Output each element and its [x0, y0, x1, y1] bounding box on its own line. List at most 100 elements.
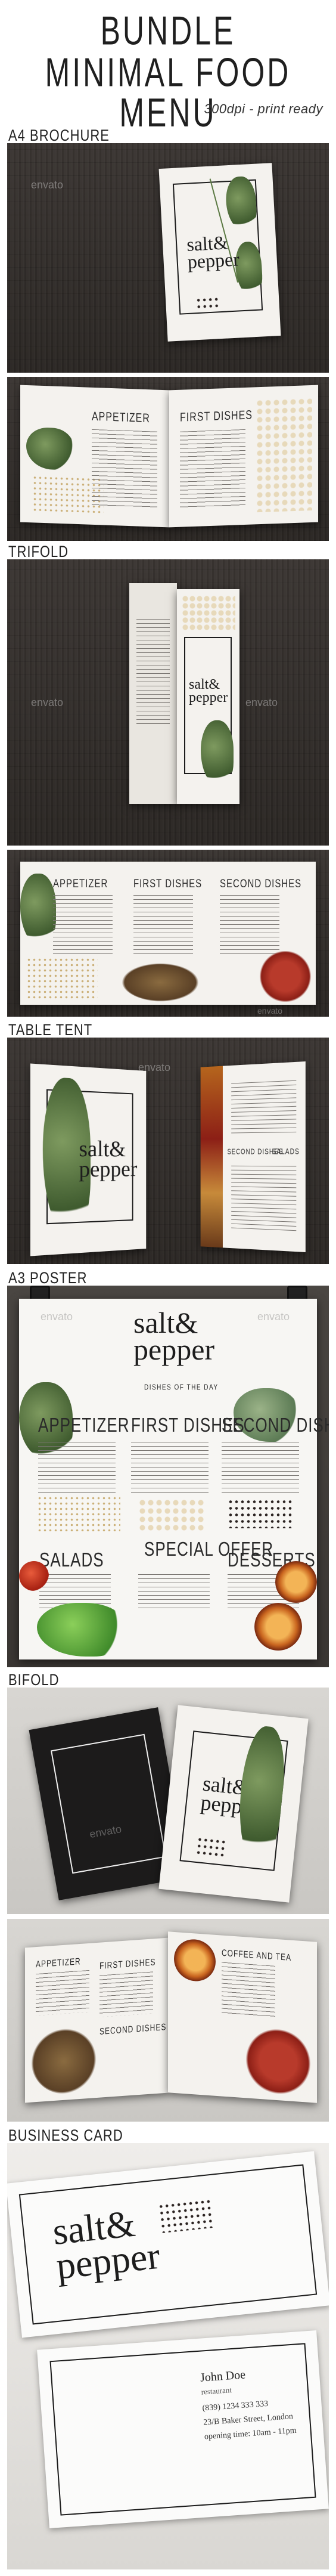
a4-cover-paper: salt& pepper — [158, 163, 281, 342]
heading-second-dishes: SECOND DISHES — [99, 2021, 167, 2037]
panel-business-card: salt& pepper John Doe restaurant (839) 1… — [7, 2143, 329, 2569]
heading-appetizer: APPETIZER — [53, 877, 108, 891]
section-label-bifold: BIFOLD — [8, 1671, 60, 1689]
panel-table-tent: envato salt& pepper SECOND DISHES SALADS — [7, 1038, 329, 1264]
brand-pepper: pepper — [186, 248, 240, 273]
pepper-dots — [195, 296, 220, 309]
menu-text-lines — [220, 895, 279, 955]
brand-logo: salt& pepper — [186, 231, 240, 273]
seed-pile — [37, 1496, 120, 1531]
heading-coffee-tea: COFFEE AND TEA — [222, 1947, 292, 1963]
section-label-a4: A4 BROCHURE — [8, 126, 110, 144]
menu-text-lines — [231, 1080, 297, 1137]
bifold-white-cover: salt& pepper — [158, 1705, 309, 1903]
menu-text-lines — [53, 895, 113, 955]
menu-text-lines — [231, 1165, 297, 1234]
heading-appetizer: APPETIZER — [36, 1955, 81, 1970]
pepper-dots — [228, 1498, 293, 1528]
dried-orange — [174, 1937, 216, 1983]
brand-pepper: pepper — [79, 1157, 138, 1182]
dried-orange — [254, 1603, 302, 1651]
menu-text-lines — [222, 1962, 275, 2020]
bifold-left-page: APPETIZER FIRST DISHES SECOND DISHES — [25, 1937, 168, 2103]
watermark: envato — [31, 179, 64, 191]
panel-trifold-closed: envato envato salt& pepper — [7, 559, 329, 846]
watermark: envato — [257, 1311, 290, 1323]
menu-text-lines — [92, 429, 157, 509]
a4-spread-right-page: FIRST DISHES — [169, 385, 318, 528]
a4-spread-left-page: APPETIZER — [20, 385, 169, 528]
panel-trifold-open: envato APPETIZER FIRST DISHES SECOND DIS… — [7, 850, 329, 1017]
poster-heading-second-dishes: SECOND DISHES — [222, 1413, 329, 1436]
section-label-a3: A3 POSTER — [8, 1269, 88, 1287]
menu-text-lines — [131, 1442, 209, 1496]
seed-pile — [26, 957, 98, 999]
menu-text-lines — [36, 1970, 89, 2016]
watermark: envato — [257, 1006, 283, 1015]
dishes-of-the-day: DISHES OF THE DAY — [144, 1383, 219, 1392]
title-minimal-food-menu: MINIMAL FOOD MENU — [45, 49, 291, 136]
heading-appetizer: APPETIZER — [92, 410, 150, 426]
brand-logo: salt& pepper — [79, 1137, 138, 1182]
card-back: John Doe restaurant (839) 1234 333 333 2… — [37, 2330, 329, 2529]
watermark: envato — [31, 696, 64, 708]
subtitle: 300dpi - print ready — [204, 101, 323, 116]
poster-heading-salads: SALADS — [39, 1548, 104, 1571]
trifold-back-panel — [129, 583, 177, 804]
cover-frame — [50, 1733, 167, 1874]
red-spice — [245, 2026, 311, 2097]
title-bundle: BUNDLE — [100, 8, 236, 54]
trifold-open-paper: APPETIZER FIRST DISHES SECOND DISHES — [20, 862, 316, 1005]
rosemary-leaves — [201, 720, 234, 786]
heading-first-dishes: FIRST DISHES — [180, 408, 253, 425]
panel-a3-poster: envato envato salt& pepper DISHES OF THE… — [7, 1286, 329, 1667]
menu-text-lines — [180, 429, 245, 509]
brand-logo: salt& pepper — [189, 677, 228, 705]
brand-logo: salt& pepper — [133, 1308, 215, 1366]
brand-pepper: pepper — [189, 689, 228, 705]
spice-pile — [31, 2026, 97, 2097]
poster-paper: envato envato salt& pepper DISHES OF THE… — [19, 1299, 329, 1659]
panel-a4-cover: envato envato salt& pepper — [7, 143, 329, 373]
pumpkin-seeds — [256, 397, 312, 513]
menu-text-lines — [99, 1971, 153, 2017]
panel-bifold-open: APPETIZER FIRST DISHES SECOND DISHES COF… — [7, 1919, 329, 2122]
menu-text-lines — [138, 1574, 210, 1610]
poster-heading-appetizer: APPETIZER — [38, 1413, 130, 1436]
red-spice — [259, 951, 312, 1002]
panel-a4-spread: envato APPETIZER FIRST DISHES — [7, 377, 329, 541]
pumpkin-seeds — [138, 1498, 204, 1531]
tent-back: SECOND DISHES SALADS — [200, 1061, 306, 1252]
heading-first-dishes: FIRST DISHES — [99, 1956, 156, 1971]
card-front: salt& pepper — [7, 2151, 329, 2338]
menu-text-lines — [136, 619, 170, 726]
header: BUNDLE MINIMAL FOOD MENU 300dpi - print … — [0, 0, 336, 133]
watermark: envato — [245, 696, 278, 708]
spice-strip — [200, 1066, 223, 1248]
menu-text-lines — [133, 895, 193, 955]
section-label-tabletent: TABLE TENT — [8, 1021, 93, 1039]
tent-front: salt& pepper — [30, 1063, 147, 1256]
heading-first-dishes: FIRST DISHES — [133, 877, 203, 891]
brand-pepper: pepper — [133, 1333, 215, 1366]
herb-branch — [26, 426, 74, 470]
panel-bifold-closed: envato salt& pepper — [7, 1688, 329, 1914]
herb-branch — [20, 874, 56, 945]
trifold-front-panel: salt& pepper — [177, 589, 239, 804]
bifold-right-page: COFFEE AND TEA — [168, 1931, 317, 2103]
menu-text-lines — [222, 1442, 299, 1496]
pepper-dots — [157, 2198, 214, 2234]
watermark: envato — [41, 1311, 73, 1323]
menu-text-lines — [38, 1442, 116, 1496]
heading-salads: SALADS — [272, 1147, 300, 1157]
pepper-dots — [195, 1835, 227, 1857]
section-label-trifold: TRIFOLD — [8, 543, 69, 561]
section-label-businesscard: BUSINESS CARD — [8, 2126, 123, 2144]
pumpkin-seeds — [182, 595, 235, 631]
brand-logo: salt& pepper — [51, 2202, 162, 2287]
spice-pile — [122, 963, 199, 1002]
dried-orange — [275, 1561, 317, 1603]
tomato — [19, 1561, 49, 1591]
basil-leaves — [37, 1603, 126, 1657]
heading-second-dishes: SECOND DISHES — [220, 877, 302, 891]
